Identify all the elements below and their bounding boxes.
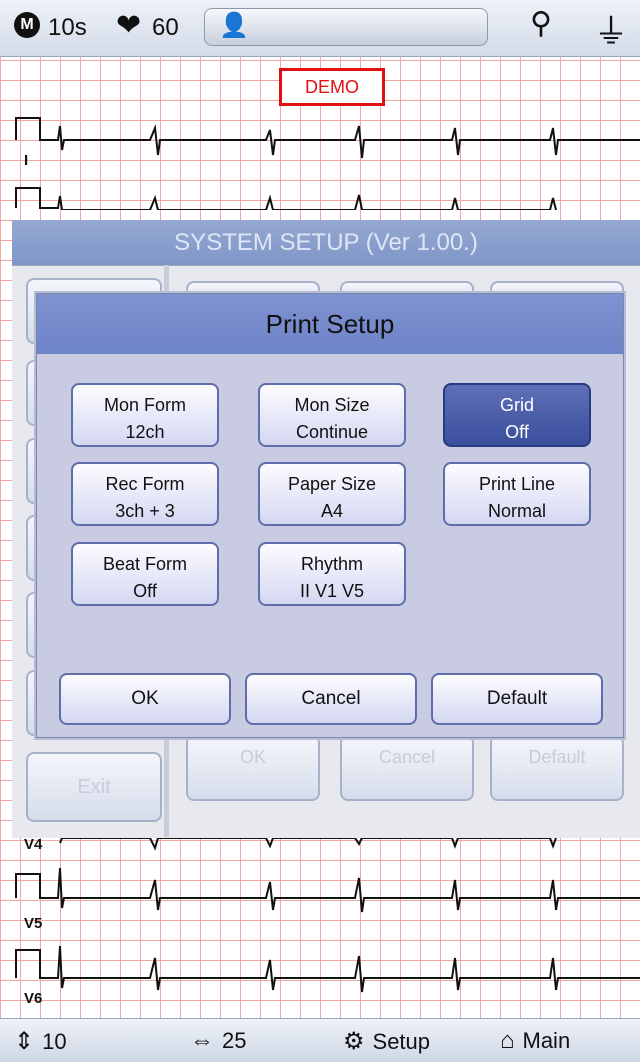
- option-label: Mon Size: [294, 395, 370, 415]
- option-value: Normal: [487, 501, 546, 521]
- lead-label-i: I: [24, 152, 29, 169]
- ecg-trace-lower: [15, 838, 640, 993]
- option-value: 3ch + 3: [115, 501, 175, 521]
- sensitivity-value: 10: [42, 1029, 67, 1054]
- lead-label-v5: V5: [24, 915, 43, 932]
- option-label: Print Line: [478, 474, 556, 494]
- option-value: Off: [133, 581, 157, 601]
- speed-icon: ⇔: [190, 1027, 214, 1054]
- usb-icon: ⚲: [530, 7, 552, 40]
- sensitivity-icon: ⇕: [14, 1028, 35, 1055]
- option-value: II V1 V5: [299, 581, 365, 601]
- exit-button[interactable]: Exit: [26, 752, 162, 822]
- setup-button[interactable]: ⚙ Setup: [343, 1027, 430, 1056]
- power-plug-icon: ⏚: [594, 13, 628, 51]
- rhythm-button[interactable]: Rhythm II V1 V5: [258, 542, 406, 606]
- sensitivity-control[interactable]: ⇕ 10: [14, 1027, 67, 1056]
- grid-button[interactable]: Grid Off: [443, 383, 591, 447]
- ok-button[interactable]: OK: [59, 673, 231, 725]
- speed-control[interactable]: ⇔ 25: [190, 1027, 246, 1055]
- print-line-button[interactable]: Print Line Normal: [443, 462, 591, 526]
- option-value: Continue: [295, 422, 369, 442]
- option-label: Beat Form: [102, 554, 188, 574]
- lead-label-v6: V6: [24, 990, 43, 1007]
- option-label: Rhythm: [300, 554, 363, 574]
- main-label: Main: [522, 1028, 571, 1053]
- system-setup-header: SYSTEM SETUP (Ver 1.00.): [12, 220, 640, 265]
- ecg-trace-lead-i: [15, 117, 640, 210]
- background-cancel-button: Cancel: [340, 735, 474, 801]
- duration-readout: 10s: [48, 14, 87, 41]
- mode-icon: M: [14, 12, 40, 38]
- background-default-button: Default: [490, 735, 624, 801]
- option-value: 12ch: [125, 422, 165, 442]
- default-button[interactable]: Default: [431, 673, 603, 725]
- mon-form-button[interactable]: Mon Form 12ch: [71, 383, 219, 447]
- option-label: Paper Size: [287, 474, 377, 494]
- option-label: Rec Form: [105, 474, 185, 494]
- background-ok-button: OK: [186, 735, 320, 801]
- option-value: Off: [505, 422, 529, 442]
- mon-size-button[interactable]: Mon Size Continue: [258, 383, 406, 447]
- gear-icon: ⚙: [343, 1028, 365, 1055]
- option-value: A4: [320, 501, 344, 521]
- rec-form-button[interactable]: Rec Form 3ch + 3: [71, 462, 219, 526]
- speed-value: 25: [222, 1028, 247, 1053]
- heart-rate-readout: 60: [152, 14, 179, 41]
- main-button[interactable]: ⌂ Main: [500, 1027, 570, 1055]
- status-bar: M 10s ❤ 60 👤 ⚲ ⏚: [0, 0, 640, 57]
- option-label: Mon Form: [103, 395, 186, 415]
- beat-form-button[interactable]: Beat Form Off: [71, 542, 219, 606]
- cancel-button[interactable]: Cancel: [245, 673, 417, 725]
- person-icon: 👤: [219, 12, 249, 39]
- dialog-title: Print Setup: [37, 294, 623, 354]
- patient-info-button[interactable]: 👤: [204, 8, 488, 46]
- setup-label: Setup: [372, 1029, 431, 1054]
- heart-icon: ❤: [116, 9, 142, 42]
- bottom-toolbar: ⇕ 10 ⇔ 25 ⚙ Setup ⌂ Main: [0, 1018, 640, 1062]
- option-label: Grid: [499, 395, 534, 415]
- home-icon: ⌂: [500, 1027, 515, 1054]
- paper-size-button[interactable]: Paper Size A4: [258, 462, 406, 526]
